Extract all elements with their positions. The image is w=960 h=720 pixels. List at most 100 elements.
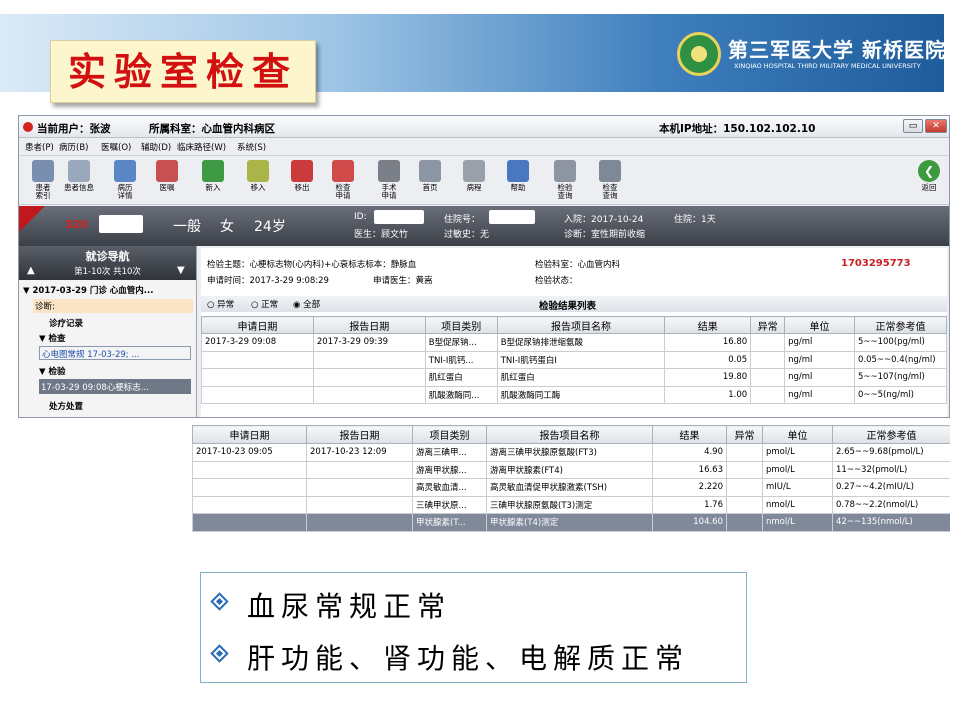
toolbar-button[interactable]: 检查 申请: [325, 160, 361, 200]
admission-no-label: 住院号：: [444, 215, 481, 225]
menu-item[interactable]: 患者(P): [25, 141, 54, 153]
column-header[interactable]: 异常: [750, 316, 786, 334]
column-header[interactable]: 正常参考值: [832, 425, 950, 444]
table-row[interactable]: 2017-10-23 09:05 2017-10-23 12:09 游离三碘甲...…: [192, 443, 950, 462]
toolbar-label: 检查 查询: [602, 183, 618, 200]
minimize-button[interactable]: ▭: [903, 119, 923, 133]
table-row[interactable]: 三碘甲状原... 三碘甲状腺原氨酸(T3)测定 1.76 nmol/L 0.78~~2.…: [192, 495, 950, 514]
back-button[interactable]: ❮ 返回: [912, 160, 946, 192]
next-page-button[interactable]: ▼: [177, 265, 185, 276]
treatment-item[interactable]: 处方处置: [49, 400, 83, 412]
toolbar-label: 病历 详情: [117, 183, 133, 200]
table-cell: 4.90: [652, 443, 727, 462]
lab-code: 1703295773: [841, 258, 911, 269]
close-button[interactable]: ✕: [925, 119, 947, 133]
toolbar-label: 新入: [205, 183, 221, 192]
exam-request-icon: [332, 160, 354, 182]
table-cell: ng/ml: [784, 385, 855, 404]
column-header[interactable]: 异常: [726, 425, 763, 444]
table-row[interactable]: 肌红蛋白 肌红蛋白 19.80 ng/ml 5~~107(ng/ml): [201, 368, 948, 387]
table-cell: [192, 495, 307, 514]
column-header[interactable]: 结果: [652, 425, 727, 444]
table-cell: ng/ml: [784, 350, 855, 369]
table-row[interactable]: 2017-3-29 09:08 2017-3-29 09:39 B型促尿钠... B型…: [201, 333, 948, 352]
toolbar-button[interactable]: 新入: [195, 160, 231, 192]
toolbar-button[interactable]: 患者 索引: [25, 160, 61, 200]
table-cell: 2017-3-29 09:08: [201, 333, 314, 352]
slide-title: 实验室检查: [50, 40, 316, 103]
column-header[interactable]: 单位: [784, 316, 855, 334]
toolbar-button[interactable]: 检查 查询: [592, 160, 628, 200]
lab-subject: 检验主题：心梗标志物(心内科)+心衰标志标本：静脉血: [207, 260, 417, 270]
summary-box: 血尿常规正常 肝功能、肾功能、电解质正常: [200, 572, 747, 683]
toolbar-button[interactable]: 医嘱: [149, 160, 185, 192]
column-header[interactable]: 正常参考值: [853, 316, 948, 334]
table-row[interactable]: 甲状腺素(T... 甲状腺素(T4)测定 104.60 nmol/L 42~~135(n…: [192, 513, 950, 532]
toolbar-button[interactable]: 病程: [456, 160, 492, 192]
table-cell: 游离甲状腺素(FT4): [486, 460, 653, 479]
check-item[interactable]: ▼ 检查: [39, 332, 66, 344]
column-header[interactable]: 报告项目名称: [496, 316, 666, 334]
column-header[interactable]: 结果: [664, 316, 752, 334]
table-cell: [750, 333, 786, 352]
menu-item[interactable]: 病历(B): [59, 141, 88, 153]
move-out-icon: [291, 160, 313, 182]
thyroid-result-table: 申请日期 报告日期 项目类别 报告项目名称 结果 异常 单位 正常参考值 2017-10-23 …: [192, 425, 950, 532]
lab-item[interactable]: ▼ 检验: [39, 365, 66, 377]
toolbar-button[interactable]: 手术 申请: [371, 160, 407, 200]
menu-item[interactable]: 辅助(D): [141, 141, 171, 153]
lab-entry[interactable]: 17-03-29 09:08心梗标志...: [39, 379, 191, 394]
menu-item[interactable]: 医嘱(O): [101, 141, 131, 153]
toolbar-button[interactable]: 帮助: [500, 160, 536, 192]
table-cell: nmol/L: [762, 495, 833, 514]
summary-item: 肝功能、肾功能、电解质正常: [210, 635, 733, 675]
table-cell: 肌红蛋白: [424, 368, 498, 387]
toolbar-button[interactable]: 移入: [240, 160, 276, 192]
column-header[interactable]: 报告日期: [306, 425, 413, 444]
column-header[interactable]: 项目类别: [412, 425, 487, 444]
table-cell: [192, 478, 307, 497]
his-window: 当前用户：张波 所属科室：心血管内科病区 本机IP地址：150.102.102.…: [18, 115, 950, 418]
bed-number: 320: [65, 218, 88, 231]
column-header[interactable]: 报告项目名称: [486, 425, 653, 444]
name-mask: [99, 215, 143, 233]
check-entry[interactable]: 心电图常规 17-03-29; ...: [39, 346, 191, 360]
column-header[interactable]: 项目类别: [424, 316, 498, 334]
filter-all[interactable]: ◉ 全部: [293, 298, 320, 310]
record-item[interactable]: 诊疗记录: [49, 317, 83, 329]
table-cell: 肌酸激酶同工酶: [496, 385, 666, 404]
table-row[interactable]: 高灵敏血清... 高灵敏血清促甲状腺激素(TSH) 2.220 mIU/L 0.27~~…: [192, 478, 950, 497]
filter-normal[interactable]: ○ 正常: [251, 298, 278, 310]
table-row[interactable]: 游离甲状腺... 游离甲状腺素(FT4) 16.63 pmol/L 11~~32(pmo…: [192, 460, 950, 479]
summary-item: 血尿常规正常: [210, 583, 733, 623]
table-cell: TNI-I肌钙...: [424, 350, 498, 369]
attending-doctor: 医生：顾文竹: [354, 230, 409, 240]
table-cell: [306, 513, 413, 532]
ip-address: 本机IP地址：150.102.102.10: [659, 123, 816, 135]
visit-item[interactable]: ▼ 2017-03-29 门诊 心血管内...: [23, 284, 153, 296]
diagnosis-item[interactable]: 诊断:: [33, 299, 193, 313]
table-row[interactable]: TNI-I肌钙... TNI-I肌钙蛋白I 0.05 ng/ml 0.05~~0.4(n…: [201, 350, 948, 369]
column-header[interactable]: 申请日期: [192, 425, 307, 444]
menu-item[interactable]: 临床路径(W): [177, 141, 226, 153]
nav-title: 就诊导航: [85, 250, 130, 263]
table-row[interactable]: 肌酸激酶同... 肌酸激酶同工酶 1.00 ng/ml 0~~5(ng/ml): [201, 385, 948, 404]
column-header[interactable]: 申请日期: [201, 316, 314, 334]
toolbar-button[interactable]: 移出: [284, 160, 320, 192]
column-header[interactable]: 报告日期: [312, 316, 426, 334]
hospital-logo-icon: [677, 32, 721, 76]
filter-abnormal[interactable]: ○ 异常: [207, 298, 234, 310]
toolbar-button[interactable]: 首页: [412, 160, 448, 192]
table-cell: 1.00: [664, 385, 752, 404]
table-cell: 5~~107(ng/ml): [853, 368, 948, 387]
toolbar-button[interactable]: 检验 查询: [547, 160, 583, 200]
toolbar-button[interactable]: 病历 详情: [107, 160, 143, 200]
toolbar-button[interactable]: 患者信息: [61, 160, 97, 192]
column-header[interactable]: 单位: [762, 425, 833, 444]
current-user: 当前用户：张波: [37, 123, 111, 135]
back-arrow-icon: ❮: [918, 160, 940, 182]
toolbar-label: 检查 申请: [335, 183, 351, 200]
hospital-subtitle: XINQIAO HOSPITAL THIRD MILITARY MEDICAL …: [734, 62, 921, 70]
menu-item[interactable]: 系统(S): [237, 141, 266, 153]
diamond-bullet-icon: [210, 644, 229, 663]
